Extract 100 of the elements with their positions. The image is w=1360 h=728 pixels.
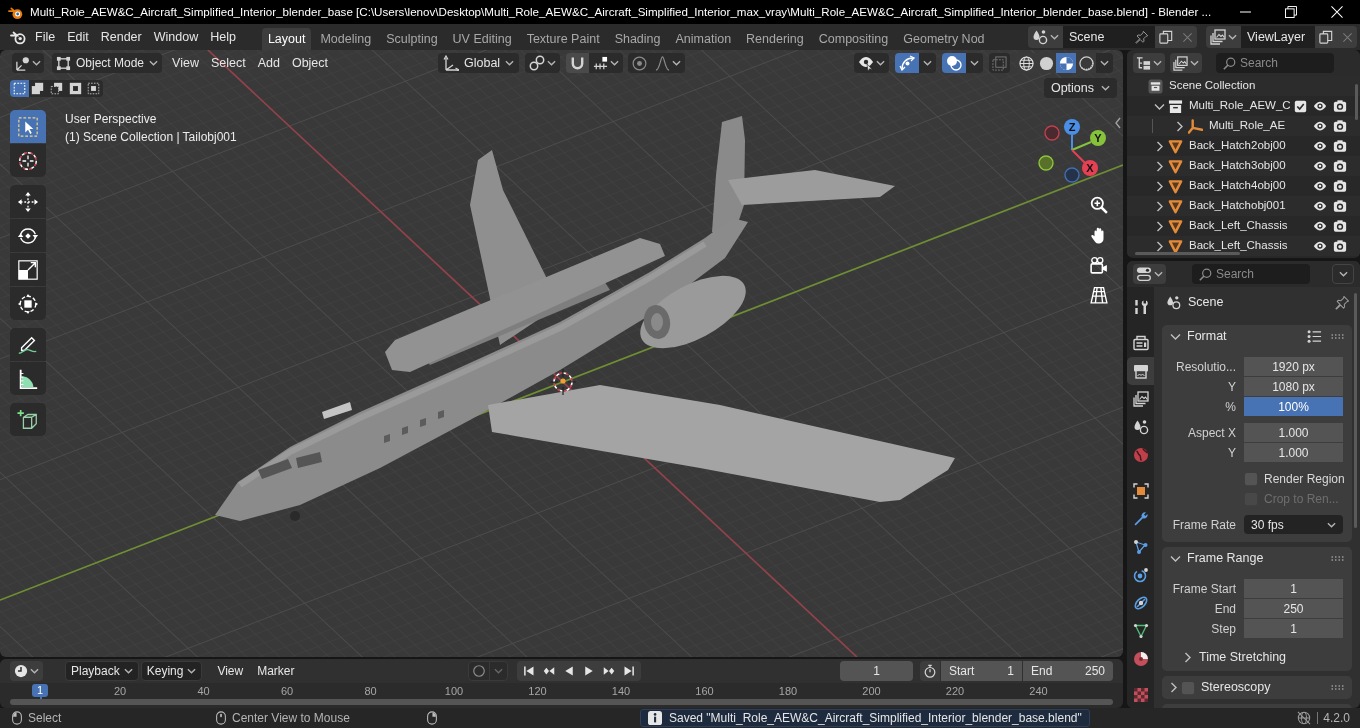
percentage-slider[interactable]: 100% [1244,397,1343,416]
view-layer-field[interactable]: ViewLayer [1241,26,1315,48]
scrollbar[interactable] [10,699,1113,705]
move-tool[interactable] [10,185,46,218]
new-selection-button[interactable] [10,80,29,97]
playhead-frame[interactable]: 1 [32,684,49,697]
negative-y-axis-handle[interactable] [1038,155,1054,171]
current-frame-field[interactable]: 1 [840,661,913,681]
x-axis-handle[interactable]: X [1071,149,1098,176]
drag-handle-icon[interactable] [1331,556,1344,561]
perspective-grid-icon[interactable] [1090,286,1108,304]
drag-handle-icon[interactable] [1331,334,1344,339]
camera-icon[interactable] [1090,256,1108,274]
drag-handle-icon[interactable] [1331,685,1344,690]
filter-dropdown[interactable] [1170,53,1202,73]
cursor-tool[interactable] [10,144,46,177]
workspace-tab[interactable]: Shading [608,28,667,50]
number-field[interactable]: 250 [1244,599,1343,618]
menu-item[interactable]: Select [204,53,252,73]
menu-dropdown[interactable]: Playback [65,661,139,681]
workspace-tab[interactable]: UV Editing [446,28,518,50]
zoom-icon[interactable] [1090,196,1108,214]
annotate-tool[interactable] [10,328,46,361]
outliner-item-name[interactable]: Back_Left_Chassis [1189,217,1307,235]
menu-item[interactable]: File [29,26,62,48]
panel-title[interactable]: Format [1187,327,1227,346]
number-field[interactable]: 1.000 [1244,443,1343,462]
options-dropdown[interactable] [1332,264,1354,284]
y-axis-handle[interactable]: Y [1071,130,1106,151]
snap-toggle[interactable] [566,53,590,73]
camera-icon[interactable] [1333,199,1347,213]
workspace-tab[interactable]: Layout [261,28,312,50]
chevron-left-icon[interactable] [1115,117,1121,129]
editor-type-button[interactable] [10,661,43,681]
workspace-tab[interactable]: Rendering [740,28,810,50]
checkbox-icon[interactable] [1181,680,1195,695]
pin-icon[interactable] [1335,294,1350,310]
scrollbar[interactable] [1354,293,1357,528]
number-field[interactable]: 1.000 [1244,423,1343,442]
play-reverse-icon[interactable] [563,665,575,677]
options-dropdown[interactable] [966,53,983,73]
camera-icon[interactable] [1333,179,1347,193]
checkbox-icon[interactable] [1294,99,1307,113]
xray-toggle[interactable] [989,53,1010,73]
camera-icon[interactable] [1333,159,1347,173]
menu-item[interactable]: Edit [61,26,95,48]
workspace-tab[interactable]: Sculpting [380,28,444,50]
camera-icon[interactable] [1333,99,1347,113]
material-preview-button[interactable] [1056,53,1076,73]
menu-item[interactable]: Render [94,26,148,48]
next-keyframe-icon[interactable] [603,665,615,677]
add-cube-tool[interactable] [10,403,46,436]
preview-range-toggle[interactable] [920,661,940,681]
editor-type-button[interactable] [1133,264,1166,284]
scrollbar[interactable] [1355,84,1358,120]
number-field[interactable]: 1920 px [1244,357,1343,376]
scale-tool[interactable] [10,253,46,286]
orientation-dropdown[interactable]: Global [438,53,520,73]
menu-item[interactable]: View [210,661,251,681]
blender-logo-icon[interactable] [10,29,26,45]
eye-icon[interactable] [1313,179,1327,193]
search-field[interactable]: Search [1192,264,1310,284]
workspace-tab[interactable]: Modeling [314,28,378,50]
measure-tool[interactable] [10,362,46,395]
workspace-tab[interactable]: Texture Paint [520,28,606,50]
jump-to-start-icon[interactable] [523,665,535,677]
pivot-point-dropdown[interactable] [525,53,561,73]
outliner-item-name[interactable]: Multi_Role_AEW_C [1189,97,1292,115]
scrollbar[interactable] [1135,252,1240,255]
outliner-item-name[interactable]: Back_Hatch2obj00 [1189,137,1307,155]
menu-item[interactable]: Marker [250,661,302,681]
view-layer-browse-button[interactable] [1206,26,1241,48]
frame-rate-dropdown[interactable]: 30 fps [1244,515,1343,534]
eye-icon[interactable] [1313,199,1327,213]
falloff-dropdown[interactable] [651,53,686,73]
subtract-selection-button[interactable] [47,80,66,97]
eye-icon[interactable] [1313,99,1327,113]
proportional-editing-toggle[interactable] [628,53,652,73]
panel-title[interactable]: Frame Range [1187,549,1264,568]
pin-icon[interactable] [1135,30,1149,44]
display-mode-dropdown[interactable] [1133,53,1165,73]
checkbox-toggle[interactable]: Render Region [1244,469,1345,488]
number-field[interactable]: 1 [1244,619,1343,638]
scene-browse-button[interactable] [1028,26,1063,48]
negative-x-axis-handle[interactable] [1044,125,1060,141]
number-field[interactable]: 1 [1244,579,1343,598]
menu-item[interactable]: Help [204,26,242,48]
menu-dropdown[interactable]: Keying [140,661,203,681]
duplicate-button[interactable] [1155,26,1177,48]
negative-z-axis-handle[interactable] [1064,167,1080,183]
intersect-selection-button[interactable] [84,80,103,97]
jump-to-end-icon[interactable] [623,665,635,677]
presets-list-icon[interactable] [1307,329,1322,344]
overlays-toggle[interactable] [942,53,966,73]
eye-icon[interactable] [1313,219,1327,233]
search-field[interactable]: Search [1216,53,1334,73]
visibility-dropdown[interactable] [854,53,889,73]
number-field[interactable]: 1080 px [1244,377,1343,396]
scene-name-field[interactable]: Scene [1063,26,1155,48]
menu-item[interactable]: Window [147,26,205,48]
